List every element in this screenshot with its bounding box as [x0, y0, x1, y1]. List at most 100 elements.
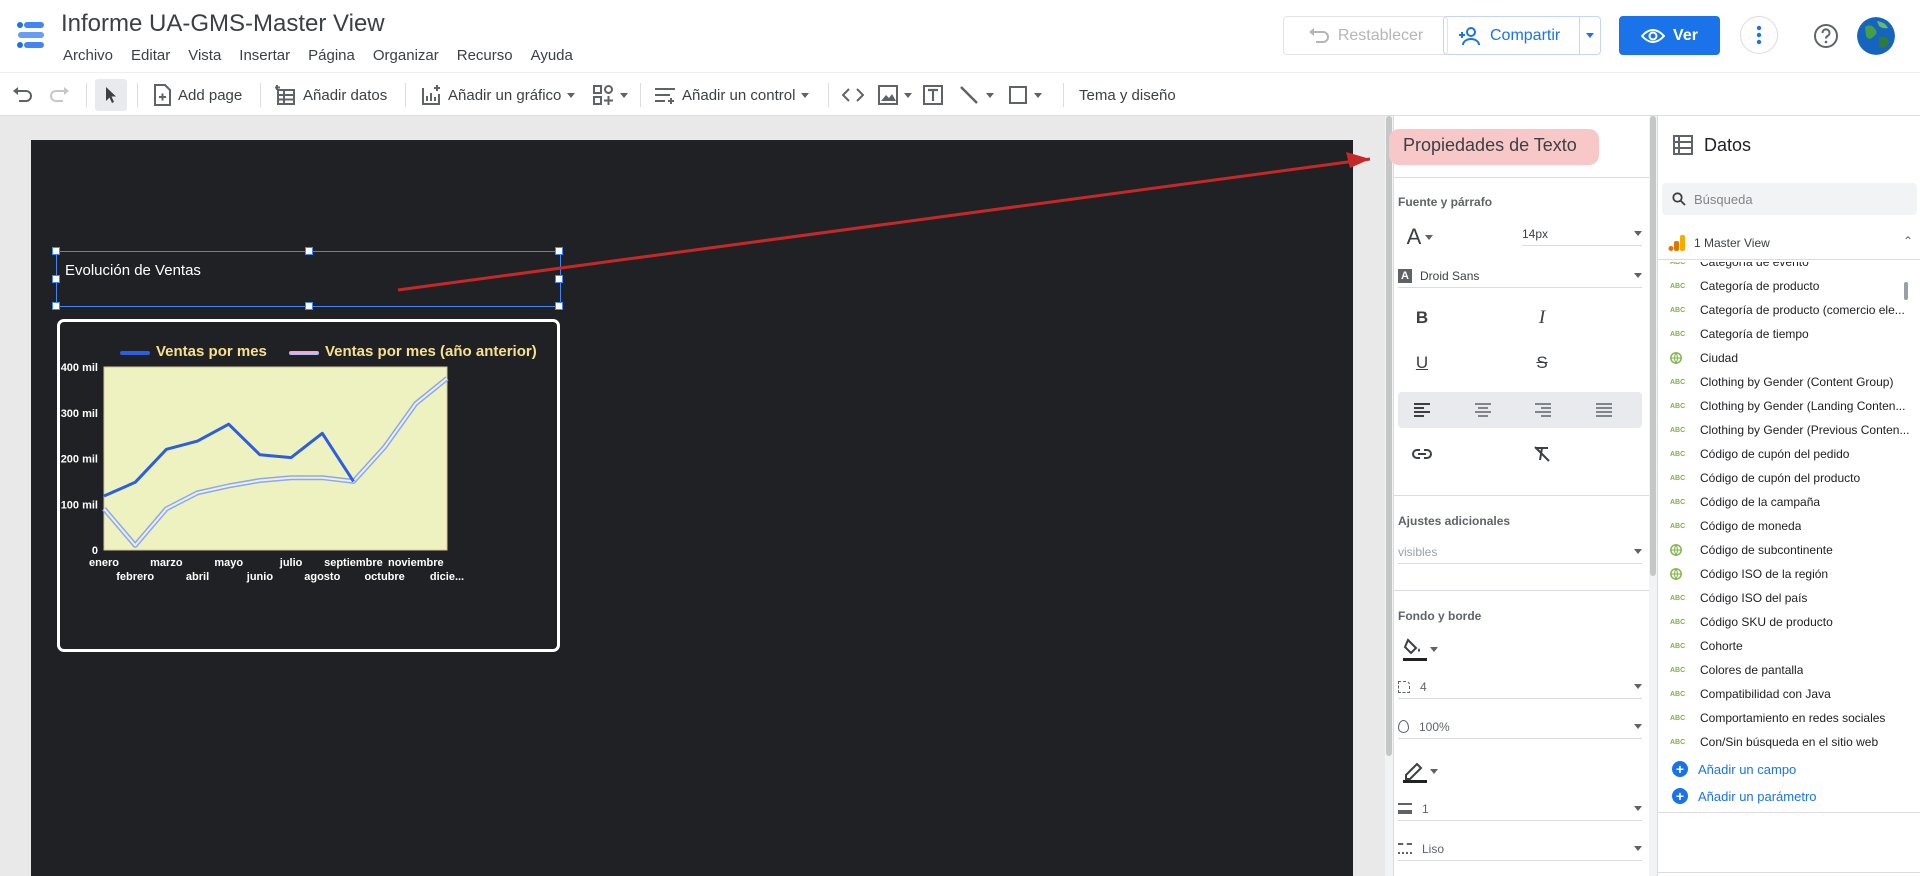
resize-handle[interactable]	[305, 247, 313, 255]
field-item[interactable]: ABC Código de cupón del producto	[1658, 466, 1910, 490]
share-dropdown[interactable]	[1580, 33, 1600, 38]
text-tool-icon[interactable]	[922, 73, 944, 117]
add-data-button[interactable]: Añadir datos	[275, 73, 387, 117]
field-item[interactable]: ABC Categoría de evento	[1658, 262, 1910, 274]
avatar[interactable]	[1857, 17, 1895, 55]
field-item[interactable]: ABC Código de cupón del pedido	[1658, 442, 1910, 466]
report-title[interactable]: Informe UA-GMS-Master View	[61, 10, 385, 38]
align-justify-icon[interactable]	[1586, 395, 1622, 425]
underline-icon[interactable]: U	[1404, 348, 1440, 378]
canvas-scrollbar[interactable]	[1385, 116, 1393, 876]
scrollbar-thumb[interactable]	[1386, 116, 1392, 756]
scrollbar-thumb[interactable]	[1650, 116, 1656, 576]
strikethrough-icon[interactable]: S	[1524, 348, 1560, 378]
field-item[interactable]: ABC Clothing by Gender (Landing Conten...	[1658, 394, 1910, 418]
menu-editar[interactable]: Editar	[122, 45, 179, 67]
menu-pagina[interactable]: Página	[299, 45, 364, 67]
align-center-icon[interactable]	[1465, 395, 1501, 425]
shape-tool-button[interactable]	[1008, 73, 1042, 117]
align-right-icon[interactable]	[1525, 395, 1561, 425]
selected-text-box[interactable]: Evolución de Ventas	[52, 247, 563, 310]
help-icon[interactable]	[1812, 22, 1840, 50]
theme-layout-button[interactable]: Tema y diseño	[1079, 73, 1176, 117]
add-field-button[interactable]: + Añadir un campo	[1672, 761, 1796, 777]
add-chart-label: Añadir un gráfico	[448, 86, 562, 104]
line-tool-button[interactable]	[958, 73, 994, 117]
resize-handle[interactable]	[555, 247, 563, 255]
resize-handle[interactable]	[555, 302, 563, 310]
reset-button[interactable]: Restablecer	[1283, 16, 1448, 55]
border-color-button[interactable]	[1398, 756, 1442, 786]
field-item[interactable]: ABC Comportamiento en redes sociales	[1658, 706, 1910, 730]
field-item[interactable]: ABC Categoría de producto	[1658, 274, 1910, 298]
italic-icon[interactable]: I	[1524, 303, 1560, 333]
field-item[interactable]: ABC Categoría de producto (comercio ele..…	[1658, 298, 1910, 322]
clear-format-icon[interactable]	[1524, 439, 1560, 469]
embed-code-icon[interactable]	[842, 73, 864, 117]
background-color-button[interactable]	[1398, 634, 1442, 664]
text-type-icon: ABC	[1670, 642, 1686, 650]
field-item[interactable]: Código ISO de la región	[1658, 562, 1910, 586]
data-source-row[interactable]: 1 Master View ⌃	[1658, 226, 1920, 260]
field-item[interactable]: ABC Con/Sin búsqueda en el sitio web	[1658, 730, 1910, 754]
redo-icon[interactable]	[48, 73, 70, 117]
border-style-select[interactable]: Liso	[1398, 837, 1642, 861]
field-item[interactable]: ABC Código de moneda	[1658, 514, 1910, 538]
add-chart-button[interactable]: Añadir un gráfico	[420, 73, 576, 117]
field-item[interactable]: ABC Categoría de tiempo	[1658, 322, 1910, 346]
add-parameter-button[interactable]: + Añadir un parámetro	[1672, 788, 1817, 804]
select-tool-button[interactable]	[95, 79, 127, 111]
props-scrollbar[interactable]	[1649, 116, 1657, 876]
share-button[interactable]: Compartir	[1443, 16, 1601, 55]
menu-bar: Archivo Editar Vista Insertar Página Org…	[54, 45, 582, 67]
more-options-button[interactable]	[1740, 16, 1778, 54]
font-color-button[interactable]: A	[1398, 222, 1442, 252]
undo-icon[interactable]	[12, 73, 34, 117]
field-item[interactable]: ABC Código ISO del país	[1658, 586, 1910, 610]
field-item[interactable]: ABC Código SKU de producto	[1658, 610, 1910, 634]
field-item[interactable]: ABC Colores de pantalla	[1658, 658, 1910, 682]
resize-handle[interactable]	[305, 302, 313, 310]
view-button[interactable]: Ver	[1619, 16, 1720, 55]
cursor-icon	[106, 87, 116, 103]
field-list-scrollbar[interactable]	[1904, 282, 1908, 300]
menu-insertar[interactable]: Insertar	[230, 45, 299, 67]
opacity-select[interactable]: 100%	[1398, 715, 1642, 739]
align-left-icon[interactable]	[1404, 395, 1440, 425]
field-item[interactable]: ABC Compatibilidad con Java	[1658, 682, 1910, 706]
field-item[interactable]: Código de subcontinente	[1658, 538, 1910, 562]
chevron-down-icon	[801, 92, 810, 98]
field-search-input[interactable]: Búsqueda	[1662, 183, 1917, 215]
text-box-content[interactable]: Evolución de Ventas	[65, 262, 201, 279]
share-main[interactable]: Compartir	[1444, 17, 1581, 54]
field-item[interactable]: ABC Cohorte	[1658, 634, 1910, 658]
resize-handle[interactable]	[52, 275, 60, 283]
add-control-button[interactable]: Añadir un control	[654, 73, 810, 117]
font-size-select[interactable]: 14px	[1522, 222, 1642, 246]
looker-studio-logo-icon[interactable]	[14, 18, 48, 52]
menu-archivo[interactable]: Archivo	[54, 45, 122, 67]
field-item[interactable]: ABC Clothing by Gender (Previous Conten..…	[1658, 418, 1910, 442]
visibility-select[interactable]: visibles	[1398, 540, 1642, 564]
field-item[interactable]: Ciudad	[1658, 346, 1910, 370]
resize-handle[interactable]	[52, 302, 60, 310]
field-item[interactable]: ABC Código de la campaña	[1658, 490, 1910, 514]
menu-recurso[interactable]: Recurso	[448, 45, 522, 67]
link-icon[interactable]	[1404, 439, 1440, 469]
line-chart[interactable]: Ventas por mes Ventas por mes (año anter…	[57, 319, 560, 652]
menu-organizar[interactable]: Organizar	[364, 45, 448, 67]
resize-handle[interactable]	[52, 247, 60, 255]
border-weight-select[interactable]: 1	[1398, 797, 1642, 821]
community-viz-button[interactable]	[592, 73, 628, 117]
chevron-down-icon	[1634, 806, 1642, 811]
add-page-button[interactable]: Add page	[152, 73, 242, 117]
menu-ayuda[interactable]: Ayuda	[522, 45, 582, 67]
bold-icon[interactable]: B	[1404, 303, 1440, 333]
collapse-icon[interactable]: ⌃	[1903, 234, 1913, 248]
border-radius-select[interactable]: 4	[1398, 675, 1642, 699]
font-family-select[interactable]: A Droid Sans	[1398, 264, 1642, 288]
menu-vista[interactable]: Vista	[179, 45, 230, 67]
field-item[interactable]: ABC Clothing by Gender (Content Group)	[1658, 370, 1910, 394]
resize-handle[interactable]	[555, 275, 563, 283]
image-button[interactable]	[878, 73, 912, 117]
